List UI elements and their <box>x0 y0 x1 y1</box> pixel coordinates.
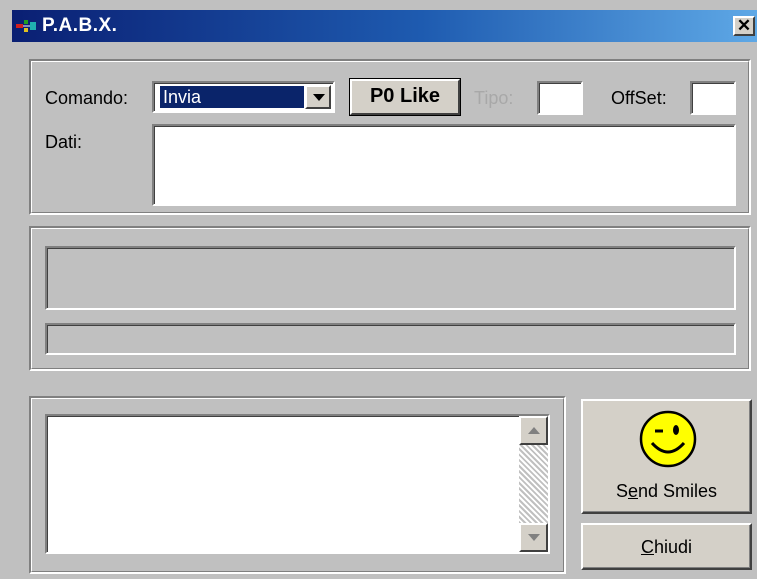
tipo-label: Tipo: <box>474 88 514 108</box>
close-icon[interactable]: ✕ <box>733 16 755 36</box>
offset-input[interactable] <box>690 81 736 115</box>
network-icon <box>16 20 36 32</box>
title-bar[interactable]: P.A.B.X. ✕ <box>12 10 757 42</box>
chiudi-button[interactable]: Chiudi <box>581 523 752 570</box>
tipo-input[interactable] <box>537 81 583 115</box>
dati-textarea[interactable] <box>152 124 736 206</box>
log-scrollbar[interactable] <box>519 416 548 552</box>
send-smiles-button[interactable]: Send Smiles <box>581 399 752 514</box>
offset-label: OffSet: <box>611 88 667 108</box>
log-text <box>51 420 514 548</box>
log-textarea[interactable] <box>45 414 550 554</box>
scroll-down-icon[interactable] <box>519 523 548 552</box>
chiudi-label: Chiudi <box>640 537 693 557</box>
smiley-face-icon <box>639 410 697 468</box>
p0-like-button[interactable]: P0 Like <box>349 78 461 116</box>
scroll-up-icon[interactable] <box>519 416 548 445</box>
comando-selected-value: Invia <box>159 85 305 109</box>
progress-bar <box>45 323 736 355</box>
dati-label: Dati: <box>45 132 83 152</box>
send-smiles-label: Send Smiles <box>615 481 718 501</box>
comando-dropdown[interactable]: Invia <box>152 81 335 113</box>
window-title: P.A.B.X. <box>42 15 118 36</box>
chevron-down-icon[interactable] <box>305 85 331 109</box>
comando-label: Comando: <box>45 88 129 108</box>
status-display <box>45 246 736 310</box>
pabx-window: P.A.B.X. ✕ Comando: Invia P0 Like Tipo: … <box>0 0 757 579</box>
